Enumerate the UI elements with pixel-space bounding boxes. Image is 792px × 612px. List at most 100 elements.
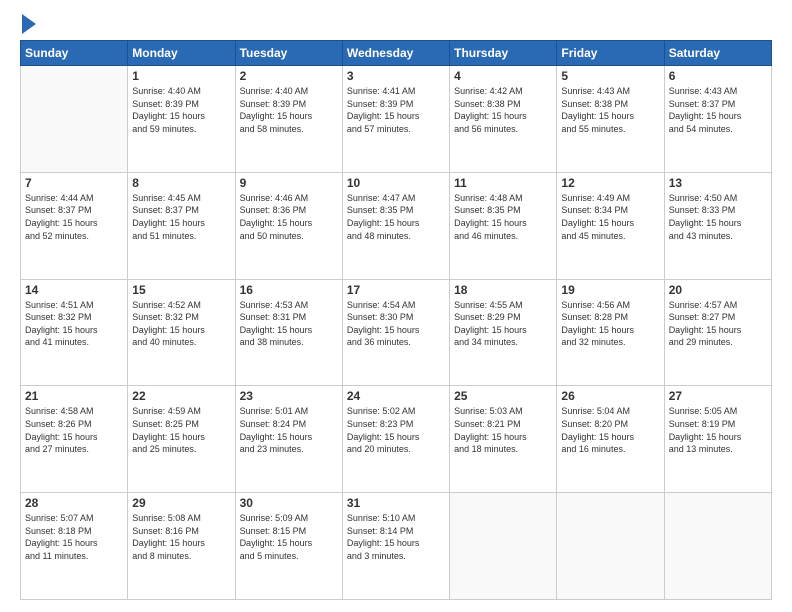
day-info: Sunrise: 4:55 AMSunset: 8:29 PMDaylight:… [454, 299, 552, 349]
calendar-cell: 14 Sunrise: 4:51 AMSunset: 8:32 PMDayligh… [21, 279, 128, 386]
logo-arrow-icon [22, 14, 36, 34]
day-info: Sunrise: 5:10 AMSunset: 8:14 PMDaylight:… [347, 512, 445, 562]
calendar-cell: 9 Sunrise: 4:46 AMSunset: 8:36 PMDaylight… [235, 172, 342, 279]
calendar-cell: 4 Sunrise: 4:42 AMSunset: 8:38 PMDaylight… [450, 66, 557, 173]
calendar-cell: 16 Sunrise: 4:53 AMSunset: 8:31 PMDayligh… [235, 279, 342, 386]
day-number: 14 [25, 283, 123, 297]
day-info: Sunrise: 4:44 AMSunset: 8:37 PMDaylight:… [25, 192, 123, 242]
day-info: Sunrise: 4:54 AMSunset: 8:30 PMDaylight:… [347, 299, 445, 349]
calendar-cell: 29 Sunrise: 5:08 AMSunset: 8:16 PMDayligh… [128, 493, 235, 600]
day-info: Sunrise: 4:52 AMSunset: 8:32 PMDaylight:… [132, 299, 230, 349]
day-number: 21 [25, 389, 123, 403]
day-info: Sunrise: 4:50 AMSunset: 8:33 PMDaylight:… [669, 192, 767, 242]
calendar-header-sunday: Sunday [21, 41, 128, 66]
day-number: 1 [132, 69, 230, 83]
day-number: 28 [25, 496, 123, 510]
day-number: 13 [669, 176, 767, 190]
day-info: Sunrise: 4:45 AMSunset: 8:37 PMDaylight:… [132, 192, 230, 242]
day-number: 9 [240, 176, 338, 190]
day-info: Sunrise: 4:42 AMSunset: 8:38 PMDaylight:… [454, 85, 552, 135]
day-info: Sunrise: 4:40 AMSunset: 8:39 PMDaylight:… [240, 85, 338, 135]
calendar-cell: 5 Sunrise: 4:43 AMSunset: 8:38 PMDaylight… [557, 66, 664, 173]
day-number: 24 [347, 389, 445, 403]
day-number: 3 [347, 69, 445, 83]
day-info: Sunrise: 5:05 AMSunset: 8:19 PMDaylight:… [669, 405, 767, 455]
day-number: 17 [347, 283, 445, 297]
day-number: 7 [25, 176, 123, 190]
calendar-header-monday: Monday [128, 41, 235, 66]
day-info: Sunrise: 4:56 AMSunset: 8:28 PMDaylight:… [561, 299, 659, 349]
day-info: Sunrise: 5:04 AMSunset: 8:20 PMDaylight:… [561, 405, 659, 455]
calendar-cell: 12Sunrise: 4:49 AMSunset: 8:34 PMDayligh… [557, 172, 664, 279]
calendar-header-row: SundayMondayTuesdayWednesdayThursdayFrid… [21, 41, 772, 66]
calendar-cell: 15 Sunrise: 4:52 AMSunset: 8:32 PMDayligh… [128, 279, 235, 386]
calendar-cell: 27Sunrise: 5:05 AMSunset: 8:19 PMDayligh… [664, 386, 771, 493]
day-number: 15 [132, 283, 230, 297]
day-info: Sunrise: 4:58 AMSunset: 8:26 PMDaylight:… [25, 405, 123, 455]
calendar-week-4: 21 Sunrise: 4:58 AMSunset: 8:26 PMDayligh… [21, 386, 772, 493]
calendar-cell: 25 Sunrise: 5:03 AMSunset: 8:21 PMDayligh… [450, 386, 557, 493]
day-number: 20 [669, 283, 767, 297]
calendar-week-3: 14 Sunrise: 4:51 AMSunset: 8:32 PMDayligh… [21, 279, 772, 386]
day-info: Sunrise: 4:41 AMSunset: 8:39 PMDaylight:… [347, 85, 445, 135]
calendar-cell: 1 Sunrise: 4:40 AMSunset: 8:39 PMDaylight… [128, 66, 235, 173]
day-info: Sunrise: 4:43 AMSunset: 8:38 PMDaylight:… [561, 85, 659, 135]
day-info: Sunrise: 4:53 AMSunset: 8:31 PMDaylight:… [240, 299, 338, 349]
day-number: 30 [240, 496, 338, 510]
calendar-cell: 8 Sunrise: 4:45 AMSunset: 8:37 PMDaylight… [128, 172, 235, 279]
calendar-header-wednesday: Wednesday [342, 41, 449, 66]
calendar-week-5: 28Sunrise: 5:07 AMSunset: 8:18 PMDayligh… [21, 493, 772, 600]
day-info: Sunrise: 5:03 AMSunset: 8:21 PMDaylight:… [454, 405, 552, 455]
calendar-cell: 30 Sunrise: 5:09 AMSunset: 8:15 PMDayligh… [235, 493, 342, 600]
day-info: Sunrise: 5:02 AMSunset: 8:23 PMDaylight:… [347, 405, 445, 455]
calendar-cell: 19Sunrise: 4:56 AMSunset: 8:28 PMDayligh… [557, 279, 664, 386]
calendar-cell [21, 66, 128, 173]
day-number: 31 [347, 496, 445, 510]
day-number: 12 [561, 176, 659, 190]
calendar-cell: 22 Sunrise: 4:59 AMSunset: 8:25 PMDayligh… [128, 386, 235, 493]
calendar-cell: 13 Sunrise: 4:50 AMSunset: 8:33 PMDayligh… [664, 172, 771, 279]
day-info: Sunrise: 5:01 AMSunset: 8:24 PMDaylight:… [240, 405, 338, 455]
day-info: Sunrise: 4:59 AMSunset: 8:25 PMDaylight:… [132, 405, 230, 455]
day-number: 10 [347, 176, 445, 190]
calendar-cell [664, 493, 771, 600]
logo [20, 16, 36, 34]
day-number: 23 [240, 389, 338, 403]
calendar-cell: 11 Sunrise: 4:48 AMSunset: 8:35 PMDayligh… [450, 172, 557, 279]
calendar-header-saturday: Saturday [664, 41, 771, 66]
day-info: Sunrise: 4:40 AMSunset: 8:39 PMDaylight:… [132, 85, 230, 135]
calendar-cell: 2 Sunrise: 4:40 AMSunset: 8:39 PMDaylight… [235, 66, 342, 173]
day-number: 8 [132, 176, 230, 190]
calendar-cell [450, 493, 557, 600]
day-info: Sunrise: 4:57 AMSunset: 8:27 PMDaylight:… [669, 299, 767, 349]
day-number: 22 [132, 389, 230, 403]
day-info: Sunrise: 5:09 AMSunset: 8:15 PMDaylight:… [240, 512, 338, 562]
day-number: 2 [240, 69, 338, 83]
day-number: 29 [132, 496, 230, 510]
day-number: 25 [454, 389, 552, 403]
calendar-cell: 7 Sunrise: 4:44 AMSunset: 8:37 PMDaylight… [21, 172, 128, 279]
calendar-cell [557, 493, 664, 600]
day-number: 11 [454, 176, 552, 190]
day-number: 4 [454, 69, 552, 83]
day-info: Sunrise: 4:46 AMSunset: 8:36 PMDaylight:… [240, 192, 338, 242]
day-number: 5 [561, 69, 659, 83]
day-number: 16 [240, 283, 338, 297]
page: SundayMondayTuesdayWednesdayThursdayFrid… [0, 0, 792, 612]
calendar-header-tuesday: Tuesday [235, 41, 342, 66]
calendar-cell: 17 Sunrise: 4:54 AMSunset: 8:30 PMDayligh… [342, 279, 449, 386]
calendar-cell: 20 Sunrise: 4:57 AMSunset: 8:27 PMDayligh… [664, 279, 771, 386]
calendar-table: SundayMondayTuesdayWednesdayThursdayFrid… [20, 40, 772, 600]
day-info: Sunrise: 4:47 AMSunset: 8:35 PMDaylight:… [347, 192, 445, 242]
calendar-cell: 31 Sunrise: 5:10 AMSunset: 8:14 PMDayligh… [342, 493, 449, 600]
day-info: Sunrise: 4:51 AMSunset: 8:32 PMDaylight:… [25, 299, 123, 349]
calendar-cell: 21 Sunrise: 4:58 AMSunset: 8:26 PMDayligh… [21, 386, 128, 493]
calendar-header-friday: Friday [557, 41, 664, 66]
day-info: Sunrise: 4:48 AMSunset: 8:35 PMDaylight:… [454, 192, 552, 242]
calendar-cell: 28Sunrise: 5:07 AMSunset: 8:18 PMDayligh… [21, 493, 128, 600]
header [20, 16, 772, 34]
day-number: 26 [561, 389, 659, 403]
day-info: Sunrise: 5:08 AMSunset: 8:16 PMDaylight:… [132, 512, 230, 562]
calendar-cell: 24 Sunrise: 5:02 AMSunset: 8:23 PMDayligh… [342, 386, 449, 493]
calendar-cell: 6Sunrise: 4:43 AMSunset: 8:37 PMDaylight… [664, 66, 771, 173]
